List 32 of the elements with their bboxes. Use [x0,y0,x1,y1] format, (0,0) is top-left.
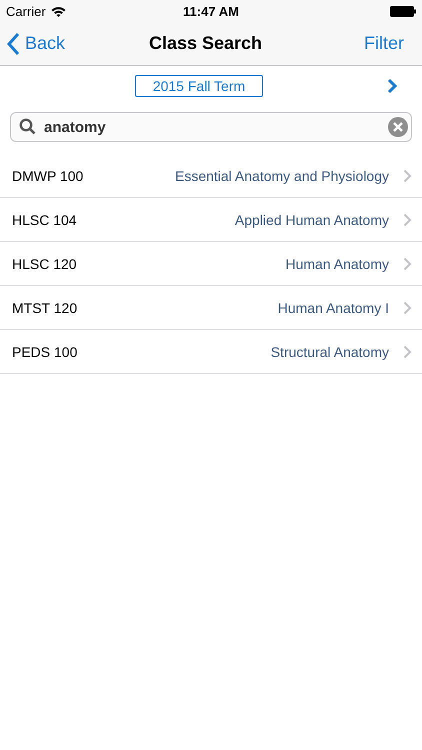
result-row[interactable]: MTST 120 Human Anatomy I [0,286,422,330]
result-row[interactable]: HLSC 120 Human Anatomy [0,242,422,286]
course-code: DMWP 100 [12,168,84,184]
battery-icon [390,6,416,16]
result-row[interactable]: PEDS 100 Structural Anatomy [0,330,422,374]
course-title: Essential Anatomy and Physiology [174,168,389,184]
term-button[interactable]: 2015 Fall Term [134,75,264,97]
wifi-icon [50,6,66,16]
result-row[interactable]: DMWP 100 Essential Anatomy and Physiology [0,154,422,198]
chevron-icon [403,256,412,270]
search-field[interactable]: anatomy [10,112,412,142]
course-code: PEDS 100 [12,344,78,360]
course-code: HLSC 120 [12,256,77,272]
course-title: Human Anatomy [284,256,389,272]
screen-title: Class Search [148,33,262,54]
filter-button[interactable]: Filter [304,33,404,54]
course-code: MTST 120 [12,300,78,316]
status-time: 11:47 AM [183,4,239,18]
chevron-icon [403,212,412,226]
back-button[interactable]: Back [7,32,107,54]
course-code: HLSC 104 [12,212,77,228]
next-term-button[interactable] [386,78,398,94]
chevron-icon [403,168,412,182]
back-chevron-icon [7,32,20,54]
chevron-icon [403,344,412,358]
result-row[interactable]: HLSC 104 Applied Human Anatomy [0,198,422,242]
chevron-icon [403,300,412,314]
clear-button[interactable] [388,117,408,137]
course-title: Structural Anatomy [270,344,389,360]
carrier-name: Carrier [6,4,46,18]
course-title: Human Anatomy I [276,300,389,316]
course-title: Applied Human Anatomy [234,212,389,228]
